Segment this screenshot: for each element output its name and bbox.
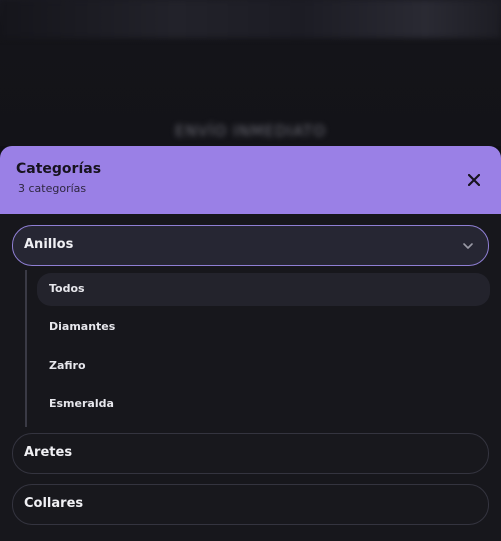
close-icon bbox=[468, 174, 480, 186]
blurred-promo-text: ENVÍO INMEDIATO bbox=[174, 122, 327, 140]
chevron-down-icon bbox=[463, 243, 473, 249]
subcategory-guide-line bbox=[25, 270, 27, 427]
subcategory-label: Esmeralda bbox=[49, 397, 114, 410]
subcategory-label: Todos bbox=[49, 282, 85, 295]
close-button[interactable] bbox=[461, 167, 487, 193]
category-collares[interactable]: Collares bbox=[12, 484, 489, 525]
sheet-title: Categorías bbox=[16, 161, 102, 177]
page-backdrop: ENVÍO INMEDIATO bbox=[0, 0, 501, 146]
categories-sheet: Categorías 3 categorías Anillos Todos Di… bbox=[0, 146, 501, 541]
category-anillos[interactable]: Anillos bbox=[12, 225, 489, 266]
category-label: Collares bbox=[24, 496, 84, 511]
subcategory-esmeralda[interactable]: Esmeralda bbox=[37, 388, 490, 421]
subcategory-label: Zafiro bbox=[49, 359, 86, 372]
category-label: Anillos bbox=[24, 237, 74, 252]
sheet-subtitle: 3 categorías bbox=[18, 182, 87, 195]
subcategory-label: Diamantes bbox=[49, 320, 116, 333]
subcategory-diamantes[interactable]: Diamantes bbox=[37, 311, 490, 344]
subcategory-todos[interactable]: Todos bbox=[37, 273, 490, 306]
category-label: Aretes bbox=[24, 445, 73, 460]
subcategory-zafiro[interactable]: Zafiro bbox=[37, 350, 490, 383]
sheet-header: Categorías 3 categorías bbox=[0, 146, 501, 214]
blurred-banner bbox=[0, 0, 501, 38]
category-aretes[interactable]: Aretes bbox=[12, 433, 489, 474]
